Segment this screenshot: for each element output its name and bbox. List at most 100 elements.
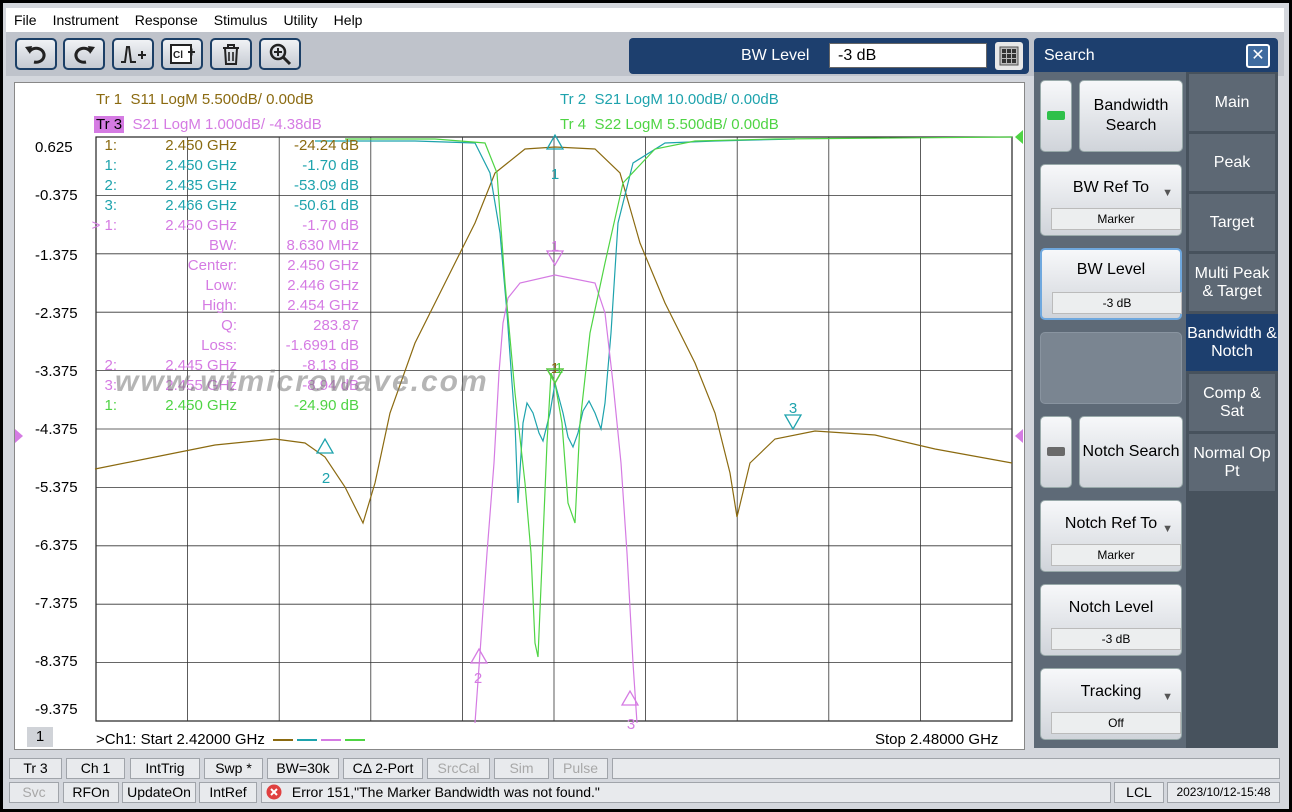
tab-multi-peak-target[interactable]: Multi Peak & Target xyxy=(1189,254,1275,311)
marker-stimulus[interactable]: Q: xyxy=(125,317,237,334)
redo-icon xyxy=(74,46,95,64)
search-softkey-panel: Search ✕ Bandwidth Search BW Ref To ▼ Mar… xyxy=(1034,38,1278,748)
marker-index[interactable]: 3: xyxy=(89,377,117,394)
tab-target[interactable]: Target xyxy=(1189,194,1275,251)
menu-response[interactable]: Response xyxy=(127,12,206,28)
menu-help[interactable]: Help xyxy=(326,12,371,28)
status-bar-top: Tr 3 Ch 1 IntTrig Swp * BW=30k CΔ 2-Port… xyxy=(6,757,1284,780)
status-sim[interactable]: Sim xyxy=(494,758,549,779)
marker-stimulus[interactable]: Low: xyxy=(125,277,237,294)
svg-text:Cl: Cl xyxy=(173,50,183,61)
status-svc[interactable]: Svc xyxy=(9,782,59,803)
status-cal[interactable]: CΔ 2-Port xyxy=(343,758,423,779)
marker-stimulus[interactable]: 2.466 GHz xyxy=(125,197,237,214)
cal-icon: Cl xyxy=(170,44,195,64)
status-pulse[interactable]: Pulse xyxy=(553,758,608,779)
redo-button[interactable] xyxy=(63,38,105,70)
marker-response[interactable]: -24.24 dB xyxy=(255,137,359,154)
status-channel[interactable]: Ch 1 xyxy=(66,758,125,779)
marker-index[interactable]: 1: xyxy=(89,137,117,154)
status-intref[interactable]: IntRef xyxy=(199,782,257,803)
empty-softkey xyxy=(1040,332,1182,404)
stop-frequency[interactable]: Stop 2.48000 GHz xyxy=(875,731,998,748)
notch-level-button[interactable]: Notch Level -3 dB xyxy=(1040,584,1182,656)
marker-response[interactable]: -53.09 dB xyxy=(255,177,359,194)
marker-label: 1 xyxy=(551,238,559,255)
marker-response[interactable]: 2.446 GHz xyxy=(255,277,359,294)
marker-stimulus[interactable]: 2.450 GHz xyxy=(125,397,237,414)
delete-button[interactable] xyxy=(210,38,252,70)
tab-main[interactable]: Main xyxy=(1189,74,1275,131)
keypad-button[interactable] xyxy=(995,42,1023,70)
marker-response[interactable]: -1.70 dB xyxy=(255,217,359,234)
undo-button[interactable] xyxy=(15,38,57,70)
zoom-button[interactable] xyxy=(259,38,301,70)
marker-stimulus[interactable]: 2.435 GHz xyxy=(125,177,237,194)
notch-ref-to-button[interactable]: Notch Ref To ▼ Marker xyxy=(1040,500,1182,572)
menu-file[interactable]: File xyxy=(6,12,45,28)
marker-response[interactable]: -1.6991 dB xyxy=(255,337,359,354)
marker-index[interactable]: 3: xyxy=(89,197,117,214)
status-trigger[interactable]: IntTrig xyxy=(130,758,200,779)
tracking-button[interactable]: Tracking ▼ Off xyxy=(1040,668,1182,740)
bw-ref-to-button[interactable]: BW Ref To ▼ Marker xyxy=(1040,164,1182,236)
marker-response[interactable]: 2.450 GHz xyxy=(255,257,359,274)
bw-level-input[interactable] xyxy=(829,43,987,68)
marker-index[interactable]: > 1: xyxy=(89,217,117,234)
notch-search-toggle[interactable] xyxy=(1040,416,1072,488)
marker-stimulus[interactable]: High: xyxy=(125,297,237,314)
close-panel-button[interactable]: ✕ xyxy=(1246,44,1270,68)
marker-stimulus[interactable]: 2.450 GHz xyxy=(125,157,237,174)
trace-1-header[interactable]: Tr 1 S11 LogM 5.500dB/ 0.00dB xyxy=(96,91,314,108)
y-axis-tick-label: -2.375 xyxy=(35,305,78,322)
marker-label: 2 xyxy=(322,470,330,487)
bandwidth-search-toggle[interactable] xyxy=(1040,80,1072,152)
reference-level-arrow xyxy=(1015,130,1023,144)
cal-button[interactable]: Cl xyxy=(161,38,203,70)
marker-button[interactable] xyxy=(112,38,154,70)
marker-index[interactable]: 1: xyxy=(89,397,117,414)
start-frequency[interactable]: >Ch1: Start 2.42000 GHz xyxy=(96,731,369,748)
marker-response[interactable]: 8.630 MHz xyxy=(255,237,359,254)
tab-normal-op-pt[interactable]: Normal Op Pt xyxy=(1189,434,1275,491)
channel-number[interactable]: 1 xyxy=(27,727,53,747)
trace-3-header[interactable]: Tr 3 S21 LogM 1.000dB/ -4.38dB xyxy=(94,116,322,133)
marker-response[interactable]: -1.70 dB xyxy=(255,157,359,174)
reference-level-arrow xyxy=(1015,429,1023,443)
marker-index[interactable]: 1: xyxy=(89,157,117,174)
menu-utility[interactable]: Utility xyxy=(275,12,325,28)
marker-stimulus[interactable]: BW: xyxy=(125,237,237,254)
marker-response[interactable]: -24.90 dB xyxy=(255,397,359,414)
marker-index[interactable]: 2: xyxy=(89,177,117,194)
watermark: www.wtmicrowave.com xyxy=(115,365,489,398)
marker-index[interactable]: 2: xyxy=(89,357,117,374)
y-axis-tick-label: -8.375 xyxy=(35,653,78,670)
chart-panel: 1 2 3 1 2 3 1 1 Tr 1 S11 LogM 5.500dB/ 0.00dB T… xyxy=(14,82,1025,750)
marker-stimulus[interactable]: 2.450 GHz xyxy=(125,137,237,154)
marker-response[interactable]: 283.87 xyxy=(255,317,359,334)
marker-response[interactable]: 2.454 GHz xyxy=(255,297,359,314)
notch-search-button[interactable]: Notch Search xyxy=(1079,416,1183,488)
marker-stimulus[interactable]: Loss: xyxy=(125,337,237,354)
status-srccal[interactable]: SrcCal xyxy=(427,758,490,779)
bandwidth-search-button[interactable]: Bandwidth Search xyxy=(1079,80,1183,152)
trace-2-header[interactable]: Tr 2 S21 LogM 10.00dB/ 0.00dB xyxy=(560,91,779,108)
tab-comp-sat[interactable]: Comp & Sat xyxy=(1189,374,1275,431)
tab-bandwidth-notch[interactable]: Bandwidth & Notch xyxy=(1186,314,1278,371)
status-ifbw[interactable]: BW=30k xyxy=(267,758,339,779)
marker-response[interactable]: -50.61 dB xyxy=(255,197,359,214)
tab-peak[interactable]: Peak xyxy=(1189,134,1275,191)
bw-level-button[interactable]: BW Level -3 dB xyxy=(1040,248,1182,320)
marker-stimulus[interactable]: 2.450 GHz xyxy=(125,217,237,234)
marker-stimulus[interactable]: Center: xyxy=(125,257,237,274)
trace-4-header[interactable]: Tr 4 S22 LogM 5.500dB/ 0.00dB xyxy=(560,116,779,133)
y-axis-tick-label: -4.375 xyxy=(35,421,78,438)
status-rfon[interactable]: RFOn xyxy=(63,782,119,803)
status-lcl[interactable]: LCL xyxy=(1114,782,1164,803)
status-trace[interactable]: Tr 3 xyxy=(9,758,62,779)
status-sweep[interactable]: Swp * xyxy=(204,758,263,779)
status-error-message[interactable]: Error 151,"The Marker Bandwidth was not … xyxy=(261,782,1111,803)
menu-stimulus[interactable]: Stimulus xyxy=(206,12,276,28)
status-update[interactable]: UpdateOn xyxy=(122,782,196,803)
menu-instrument[interactable]: Instrument xyxy=(45,12,127,28)
